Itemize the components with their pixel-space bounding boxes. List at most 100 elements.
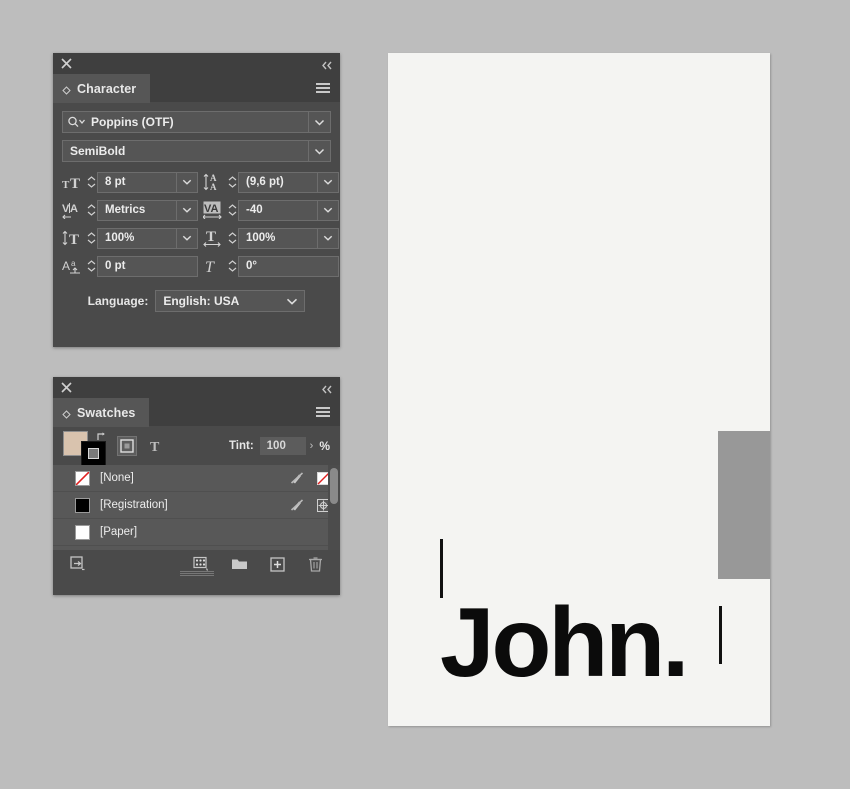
panel-resize-grip[interactable] bbox=[179, 571, 214, 576]
swatches-panel-titlebar bbox=[53, 377, 340, 398]
leading-stepper[interactable] bbox=[227, 176, 238, 188]
tracking-stepper[interactable] bbox=[227, 204, 238, 216]
swatch-row-paper[interactable]: [Paper] bbox=[53, 519, 340, 546]
kerning-input[interactable]: Metrics bbox=[97, 199, 198, 221]
document-page[interactable]: John. bbox=[388, 53, 770, 726]
skew-stepper[interactable] bbox=[227, 260, 238, 272]
kerning-icon: V A bbox=[62, 201, 86, 219]
baseline-shift-field: A a 0 pt bbox=[62, 255, 198, 277]
headline-text[interactable]: John. bbox=[440, 593, 689, 691]
swap-fill-stroke-icon[interactable] bbox=[97, 429, 107, 440]
tracking-icon: VA bbox=[203, 201, 227, 219]
font-style-value: SemiBold bbox=[70, 144, 126, 158]
skew-input[interactable]: 0° bbox=[238, 255, 339, 277]
font-size-input[interactable]: 8 pt bbox=[97, 171, 198, 193]
character-fields-grid: T T 8 pt A A (9,6 pt) V A Metrics VA -40… bbox=[62, 171, 339, 277]
baseline-shift-input[interactable]: 0 pt bbox=[97, 255, 198, 277]
svg-text:T: T bbox=[62, 179, 70, 191]
horizontal-scale-dropdown-icon[interactable] bbox=[317, 228, 338, 248]
font-size-stepper[interactable] bbox=[86, 176, 97, 188]
swatch-chip-registration bbox=[75, 497, 90, 513]
kerning-dropdown-icon[interactable] bbox=[176, 200, 197, 220]
vertical-scale-input[interactable]: 100% bbox=[97, 227, 198, 249]
tint-slider-arrow-icon[interactable]: › bbox=[310, 440, 314, 452]
tracking-value: -40 bbox=[246, 204, 263, 216]
tabrow-filler bbox=[149, 398, 340, 427]
tab-swatches-label: Swatches bbox=[77, 405, 136, 420]
character-panel: Character Poppins (OTF) SemiBold T T 8 p… bbox=[53, 53, 340, 347]
double-chevron-left-icon[interactable] bbox=[320, 58, 333, 70]
tab-character[interactable]: Character bbox=[53, 74, 151, 103]
font-family-value: Poppins (OTF) bbox=[91, 115, 174, 129]
horizontal-scale-value: 100% bbox=[246, 232, 276, 244]
show-all-swatches-button[interactable] bbox=[65, 556, 91, 572]
vertical-scale-stepper[interactable] bbox=[86, 232, 97, 244]
tint-value: 100 bbox=[266, 440, 286, 452]
swatches-scrollbar-thumb[interactable] bbox=[330, 468, 338, 504]
svg-text:A: A bbox=[210, 182, 217, 191]
font-search-icon[interactable] bbox=[63, 116, 87, 129]
language-row: Language: English: USA bbox=[62, 290, 331, 312]
double-chevron-left-icon[interactable] bbox=[320, 382, 333, 394]
panel-menu-icon[interactable] bbox=[316, 407, 330, 418]
swatches-footer bbox=[53, 550, 340, 578]
skew-field: T 0° bbox=[203, 255, 339, 277]
tint-input[interactable]: 100 bbox=[259, 437, 306, 455]
language-value: English: USA bbox=[163, 294, 240, 308]
swatch-name: [Paper] bbox=[100, 526, 138, 538]
container-formatting-button[interactable] bbox=[117, 436, 137, 456]
svg-text:V: V bbox=[62, 203, 70, 215]
tab-swatches[interactable]: Swatches bbox=[53, 398, 150, 427]
kerning-value: Metrics bbox=[105, 204, 146, 216]
vertical-scale-dropdown-icon[interactable] bbox=[176, 228, 197, 248]
new-folder-button[interactable] bbox=[226, 557, 252, 571]
gray-rectangle-object[interactable] bbox=[718, 431, 770, 579]
font-size-icon: T T bbox=[62, 174, 86, 191]
baseline-shift-stepper[interactable] bbox=[86, 260, 97, 272]
pen-crossed-icon bbox=[284, 498, 310, 512]
font-size-dropdown-icon[interactable] bbox=[176, 172, 197, 192]
delete-swatch-button[interactable] bbox=[302, 556, 328, 572]
horizontal-scale-input[interactable]: 100% bbox=[238, 227, 339, 249]
font-family-input[interactable]: Poppins (OTF) bbox=[62, 111, 331, 133]
vertical-scale-icon: T bbox=[62, 229, 86, 247]
swatch-row-none[interactable]: [None] bbox=[53, 465, 340, 492]
language-select[interactable]: English: USA bbox=[155, 290, 306, 312]
text-formatting-button[interactable]: T bbox=[145, 436, 165, 456]
stroke-swatch[interactable] bbox=[81, 441, 106, 466]
swatches-panel-tabrow: Swatches bbox=[53, 398, 340, 427]
swatch-name: [Registration] bbox=[100, 499, 168, 511]
swatches-list[interactable]: [None] [Registration] [Paper] bbox=[53, 465, 340, 550]
tracking-dropdown-icon[interactable] bbox=[317, 200, 338, 220]
svg-text:T: T bbox=[206, 229, 216, 245]
diamond-icon bbox=[62, 84, 71, 95]
leading-value: (9,6 pt) bbox=[246, 176, 284, 188]
close-icon[interactable] bbox=[60, 57, 73, 70]
font-style-dropdown-icon[interactable] bbox=[308, 141, 330, 161]
swatch-row-registration[interactable]: [Registration] bbox=[53, 492, 340, 519]
close-icon[interactable] bbox=[60, 381, 73, 394]
kerning-stepper[interactable] bbox=[86, 204, 97, 216]
horizontal-scale-stepper[interactable] bbox=[227, 232, 238, 244]
pen-crossed-icon bbox=[284, 471, 310, 485]
swatches-footer-actions bbox=[188, 556, 328, 572]
font-family-dropdown-icon[interactable] bbox=[308, 112, 330, 132]
panel-menu-icon[interactable] bbox=[316, 83, 330, 94]
language-dropdown-icon[interactable] bbox=[280, 298, 304, 305]
new-swatch-button[interactable] bbox=[264, 556, 290, 572]
leading-dropdown-icon[interactable] bbox=[317, 172, 338, 192]
new-color-group-button[interactable] bbox=[188, 556, 214, 572]
font-style-input[interactable]: SemiBold bbox=[62, 140, 331, 162]
swatches-toolbar: T Tint: 100 › % bbox=[53, 427, 340, 466]
language-label: Language: bbox=[87, 294, 149, 308]
svg-text:a: a bbox=[71, 259, 76, 268]
skew-icon: T bbox=[203, 257, 227, 275]
tracking-field: VA -40 bbox=[203, 199, 339, 221]
tracking-input[interactable]: -40 bbox=[238, 199, 339, 221]
svg-text:T: T bbox=[150, 440, 160, 453]
leading-field: A A (9,6 pt) bbox=[203, 171, 339, 193]
leading-input[interactable]: (9,6 pt) bbox=[238, 171, 339, 193]
horizontal-scale-icon: T bbox=[203, 229, 227, 247]
tab-character-label: Character bbox=[77, 81, 137, 96]
vertical-rule-right[interactable] bbox=[719, 606, 722, 664]
